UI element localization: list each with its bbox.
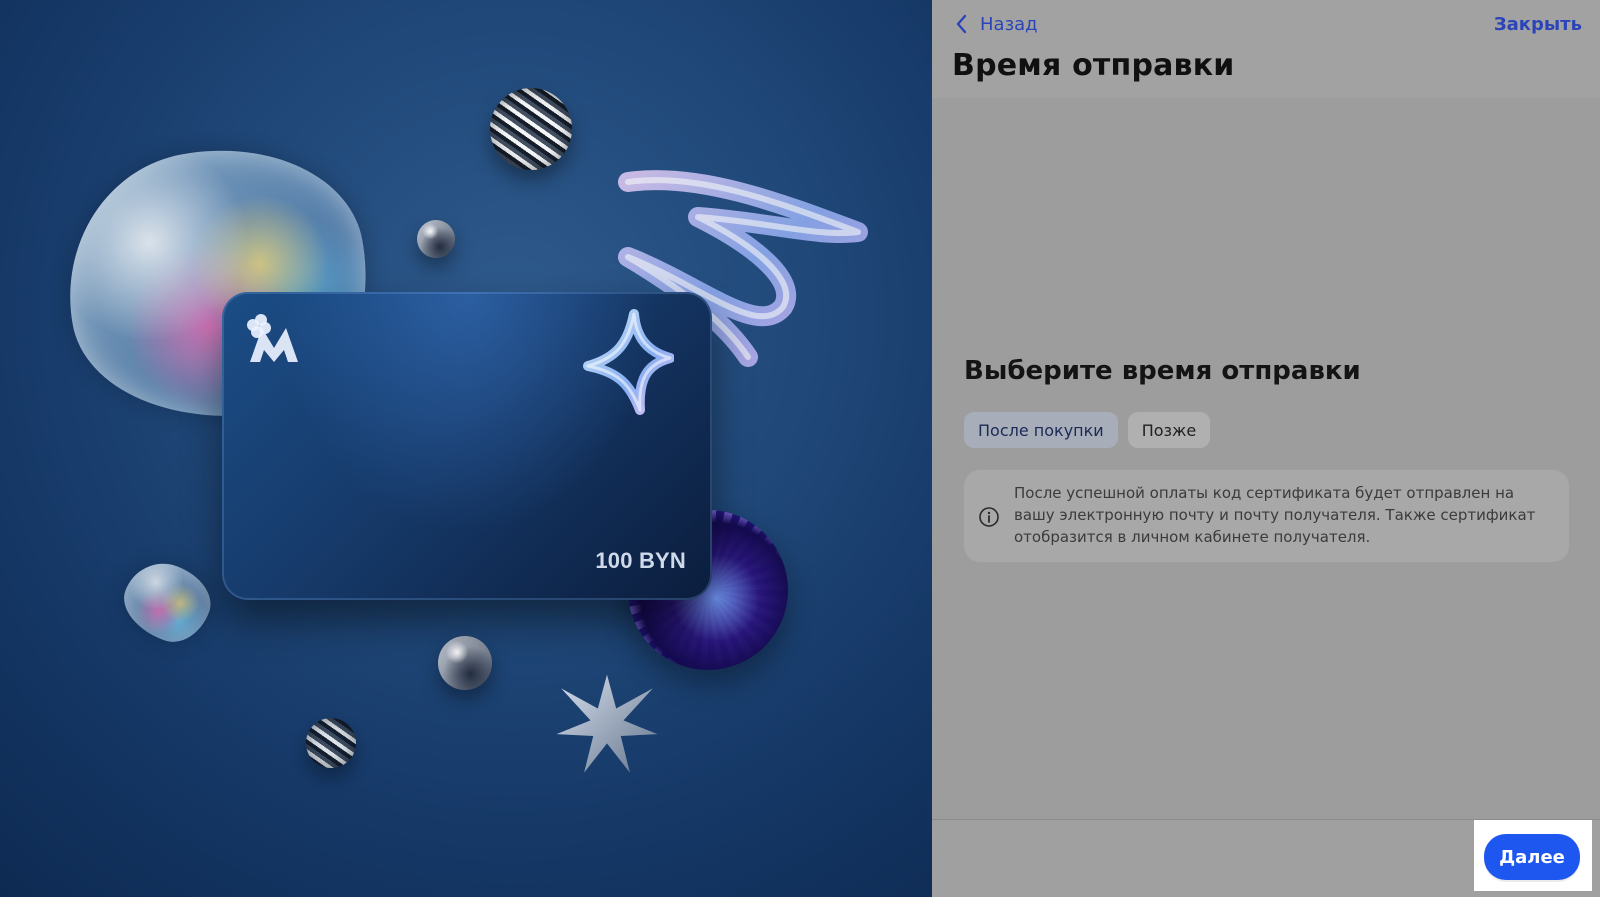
page-title: Время отправки <box>952 48 1235 83</box>
sparkle-icon <box>583 309 674 415</box>
gift-card: 100 BYN <box>222 292 712 600</box>
back-button[interactable]: Назад <box>954 10 1038 38</box>
footer-bar: Далее <box>932 819 1600 897</box>
next-button[interactable]: Далее <box>1484 834 1580 880</box>
option-later[interactable]: Позже <box>1127 412 1211 448</box>
top-bar: Назад Закрыть Время отправки <box>932 0 1600 99</box>
send-time-panel: Назад Закрыть Время отправки Выберите вр… <box>932 0 1600 897</box>
card-amount: 100 BYN <box>595 548 686 573</box>
chevron-left-icon <box>956 14 967 34</box>
option-after-purchase[interactable]: После покупки <box>964 412 1118 448</box>
brand-logo-icon <box>247 314 298 362</box>
send-time-options: После покупки Позже <box>964 412 1211 448</box>
metal-star <box>556 674 658 773</box>
glass-blob-small <box>113 552 221 652</box>
swirl-orb-top <box>490 88 572 170</box>
close-button[interactable]: Закрыть <box>1494 10 1582 38</box>
info-text: После успешной оплаты код сертификата бу… <box>1014 484 1536 546</box>
content-area: Выберите время отправки После покупки По… <box>932 98 1600 820</box>
info-box: После успешной оплаты код сертификата бу… <box>964 470 1569 562</box>
metal-orb-bottom <box>438 636 492 690</box>
swirl-orb-bottom <box>306 718 356 768</box>
promo-visual-panel: 100 BYN <box>0 0 932 897</box>
metal-orb-small-top <box>417 220 455 258</box>
next-button-highlight: Далее <box>1474 820 1592 891</box>
back-label: Назад <box>980 13 1038 35</box>
info-circle-icon <box>979 507 999 527</box>
section-title: Выберите время отправки <box>964 356 1361 386</box>
